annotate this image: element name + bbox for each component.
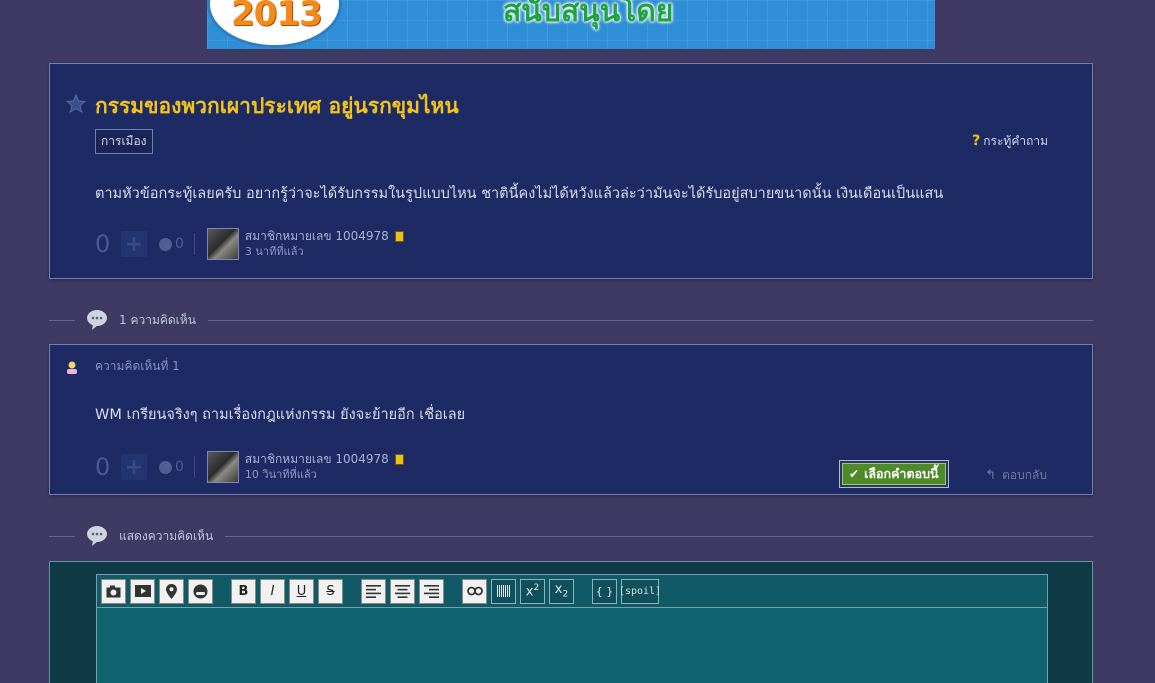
reply-button[interactable]: ↰ ตอบกลับ [985,466,1047,485]
vote-plus-button[interactable]: + [121,231,147,257]
divider-line [225,535,1093,537]
emotion-button[interactable]: 0 [159,236,184,252]
align-center-icon [395,584,410,598]
author-info: สมาชิกหมายเลข 1004978 10 วินาทีที่แล้ว [245,451,404,483]
align-center-button[interactable] [390,578,415,604]
comment-card: ความคิดเห็นที่ 1 WM เกรียนจริงๆ ถามเรื่อ… [49,344,1093,495]
video-icon [134,585,151,597]
post-time: 3 นาทีที่แล้ว [244,245,304,258]
bold-glyph: B [238,583,249,599]
map-pin-icon [166,583,177,599]
reply-label: ตอบกลับ [1002,468,1047,482]
editor-toolbar: B I U S x2 x2 { } [spoil] [96,574,1048,608]
topic-tag[interactable]: การเมือง [95,129,153,154]
comments-count-label: 1 ความคิดเห็น [119,312,196,327]
check-icon: ✔ [849,467,860,481]
topic-vote-bar: 0 + 0 สมาชิกหมายเลข 1004978 3 นาทีที่แล้… [95,228,404,260]
author-info: สมาชิกหมายเลข 1004978 3 นาทีที่แล้ว [245,228,404,260]
emotion-face-icon [159,460,172,474]
star-icon[interactable] [66,94,86,114]
sponsor-banner[interactable]: 2013 สนับสนุนโดย [207,0,935,49]
superscript-button[interactable]: x2 [520,578,545,604]
italic-button[interactable]: I [260,578,285,604]
subscript-button[interactable]: x2 [549,578,574,604]
italic-glyph: I [270,583,275,599]
author-name-row: สมาชิกหมายเลข 1004978 [245,451,404,467]
insert-barcode-button[interactable] [491,578,516,604]
topic-title: กรรมของพวกเผาประเทศ อยู่นรกขุมไหน [95,94,459,118]
strikethrough-button[interactable]: S [318,578,343,604]
strike-glyph: S [326,583,335,599]
comments-separator: 1 ความคิดเห็น [49,307,1093,333]
post-time: 10 วินาทีที่แล้ว [244,468,317,481]
code-button[interactable]: { } [592,578,617,604]
barcode-icon [496,585,510,597]
insert-image-button[interactable] [101,578,126,604]
align-left-button[interactable] [361,578,386,604]
insert-video-button[interactable] [130,578,155,604]
banner-sponsor-text: สนับสนุนโดย [503,0,674,29]
choose-answer-button[interactable]: ✔ เลือกคำตอบนี้ [839,460,949,488]
link-icon [466,586,483,596]
comment-textarea[interactable] [96,608,1048,683]
id-card-icon [394,230,404,242]
divider [193,456,195,478]
id-card-icon [394,453,404,465]
emotion-face-icon [159,237,172,251]
choose-answer-label: เลือกคำตอบนี้ [864,466,939,481]
align-left-icon [366,584,381,598]
compose-separator: แสดงความคิดเห็น [49,523,1093,549]
comment-number: ความคิดเห็นที่ 1 [95,359,180,373]
avatar[interactable] [206,451,239,483]
comment-vote-bar: 0 + 0 สมาชิกหมายเลข 1004978 10 วินาทีที่… [95,451,404,483]
compose-bubble-icon [87,526,107,546]
choose-answer-inner: ✔ เลือกคำตอบนี้ [842,463,946,485]
topic-type: ? กระทู้คำถาม [972,132,1048,151]
comment-heading: ความคิดเห็นที่ 1 [65,357,180,376]
emotion-button[interactable]: 0 [159,459,184,475]
vote-plus-button[interactable]: + [121,454,147,480]
spoiler-glyph: [spoil] [618,585,662,597]
topic-body: ตามหัวข้อกระทู้เลยครับ อยากรู้ว่าจะได้รั… [95,186,944,202]
divider-line [49,319,75,321]
topic-card: กรรมของพวกเผาประเทศ อยู่นรกขุมไหน การเมื… [49,63,1093,279]
divider-line [207,319,1093,321]
insert-map-button[interactable] [159,578,184,604]
underline-glyph: U [296,583,307,599]
align-right-button[interactable] [419,578,444,604]
divider [193,233,195,255]
comments-bubble-icon [87,310,107,330]
author-name[interactable]: สมาชิกหมายเลข 1004978 [245,451,389,467]
comment-editor: B I U S x2 x2 { } [spoil] [49,561,1093,683]
avatar[interactable] [206,228,239,260]
spoiler-button[interactable]: [spoil] [618,578,662,604]
emotion-count: 0 [175,459,184,475]
code-glyph: { } [595,584,614,598]
insert-link-button[interactable] [462,578,487,604]
vote-count: 0 [95,230,111,258]
reply-arrow-icon: ↰ [985,468,997,483]
user-icon [67,361,77,374]
superscript-glyph: x2 [525,582,540,600]
compose-label: แสดงความคิดเห็น [119,528,214,543]
align-right-icon [424,584,439,598]
bold-button[interactable]: B [231,578,256,604]
subscript-glyph: x2 [554,582,569,600]
divider-line [49,535,75,537]
comment-body: WM เกรียนจริงๆ ถามเรื่องกฎแห่งกรรม ยังจะ… [95,407,466,423]
vote-count: 0 [95,453,111,481]
author-name[interactable]: สมาชิกหมายเลข 1004978 [245,228,389,244]
emotion-count: 0 [175,236,184,252]
underline-button[interactable]: U [289,578,314,604]
smiley-icon [193,584,208,598]
insert-emoticon-button[interactable] [188,578,213,604]
topic-type-label: กระทู้คำถาม [983,134,1048,148]
question-icon: ? [972,133,981,149]
banner-year: 2013 [231,0,323,34]
author-name-row: สมาชิกหมายเลข 1004978 [245,228,404,244]
camera-icon [106,585,121,597]
